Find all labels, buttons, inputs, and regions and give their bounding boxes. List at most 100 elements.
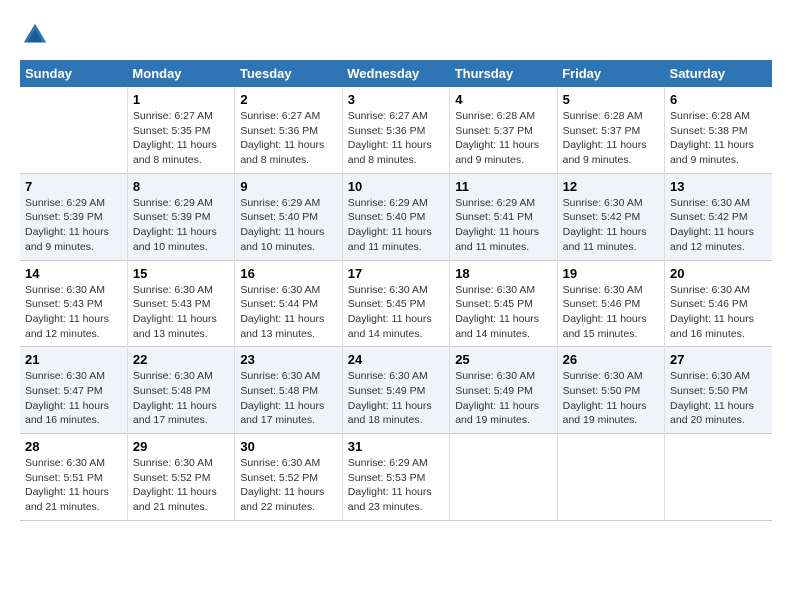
day-cell: 12Sunrise: 6:30 AMSunset: 5:42 PMDayligh… bbox=[557, 173, 664, 260]
day-number: 3 bbox=[348, 92, 444, 107]
weekday-header-row: SundayMondayTuesdayWednesdayThursdayFrid… bbox=[20, 60, 772, 87]
day-number: 22 bbox=[133, 352, 229, 367]
day-number: 7 bbox=[25, 179, 122, 194]
day-number: 20 bbox=[670, 266, 767, 281]
day-cell: 19Sunrise: 6:30 AMSunset: 5:46 PMDayligh… bbox=[557, 260, 664, 347]
day-cell: 2 Sunrise: 6:27 AMSunset: 5:36 PMDaylight… bbox=[235, 87, 342, 173]
day-info: Sunrise: 6:30 AMSunset: 5:43 PMDaylight:… bbox=[25, 283, 122, 342]
day-number: 26 bbox=[563, 352, 659, 367]
day-info: Sunrise: 6:29 AMSunset: 5:39 PMDaylight:… bbox=[133, 196, 229, 255]
day-info: Sunrise: 6:30 AMSunset: 5:48 PMDaylight:… bbox=[133, 369, 229, 428]
day-cell: 31 Sunrise: 6:29 AMSunset: 5:53 PMDayligh… bbox=[342, 434, 449, 521]
day-number: 21 bbox=[25, 352, 122, 367]
day-info: Sunrise: 6:30 AMSunset: 5:46 PMDaylight:… bbox=[563, 283, 659, 342]
day-info: Sunrise: 6:30 AMSunset: 5:42 PMDaylight:… bbox=[670, 196, 767, 255]
day-number: 6 bbox=[670, 92, 767, 107]
day-cell bbox=[557, 434, 664, 521]
day-info: Sunrise: 6:30 AMSunset: 5:47 PMDaylight:… bbox=[25, 369, 122, 428]
week-row-2: 7 Sunrise: 6:29 AMSunset: 5:39 PMDaylight… bbox=[20, 173, 772, 260]
day-info: Sunrise: 6:27 AMSunset: 5:36 PMDaylight:… bbox=[348, 109, 444, 168]
day-info: Sunrise: 6:28 AMSunset: 5:37 PMDaylight:… bbox=[563, 109, 659, 168]
week-row-3: 14 Sunrise: 6:30 AMSunset: 5:43 PMDayligh… bbox=[20, 260, 772, 347]
day-cell: 23 Sunrise: 6:30 AMSunset: 5:48 PMDayligh… bbox=[235, 347, 342, 434]
day-number: 28 bbox=[25, 439, 122, 454]
day-info: Sunrise: 6:30 AMSunset: 5:49 PMDaylight:… bbox=[348, 369, 444, 428]
day-info: Sunrise: 6:30 AMSunset: 5:44 PMDaylight:… bbox=[240, 283, 336, 342]
day-info: Sunrise: 6:30 AMSunset: 5:51 PMDaylight:… bbox=[25, 456, 122, 515]
day-number: 17 bbox=[348, 266, 444, 281]
day-info: Sunrise: 6:28 AMSunset: 5:37 PMDaylight:… bbox=[455, 109, 551, 168]
day-number: 9 bbox=[240, 179, 336, 194]
day-cell: 6 Sunrise: 6:28 AMSunset: 5:38 PMDaylight… bbox=[665, 87, 772, 173]
day-cell: 28 Sunrise: 6:30 AMSunset: 5:51 PMDayligh… bbox=[20, 434, 127, 521]
day-info: Sunrise: 6:30 AMSunset: 5:42 PMDaylight:… bbox=[563, 196, 659, 255]
weekday-header-monday: Monday bbox=[127, 60, 234, 87]
day-number: 5 bbox=[563, 92, 659, 107]
weekday-header-tuesday: Tuesday bbox=[235, 60, 342, 87]
day-cell: 16 Sunrise: 6:30 AMSunset: 5:44 PMDayligh… bbox=[235, 260, 342, 347]
day-info: Sunrise: 6:30 AMSunset: 5:46 PMDaylight:… bbox=[670, 283, 767, 342]
day-cell: 11 Sunrise: 6:29 AMSunset: 5:41 PMDayligh… bbox=[450, 173, 557, 260]
calendar-table: SundayMondayTuesdayWednesdayThursdayFrid… bbox=[20, 60, 772, 521]
day-number: 23 bbox=[240, 352, 336, 367]
day-cell: 25 Sunrise: 6:30 AMSunset: 5:49 PMDayligh… bbox=[450, 347, 557, 434]
day-cell: 30Sunrise: 6:30 AMSunset: 5:52 PMDayligh… bbox=[235, 434, 342, 521]
day-number: 25 bbox=[455, 352, 551, 367]
day-info: Sunrise: 6:30 AMSunset: 5:52 PMDaylight:… bbox=[133, 456, 229, 515]
day-number: 31 bbox=[348, 439, 444, 454]
day-number: 29 bbox=[133, 439, 229, 454]
weekday-header-thursday: Thursday bbox=[450, 60, 557, 87]
day-number: 14 bbox=[25, 266, 122, 281]
day-number: 4 bbox=[455, 92, 551, 107]
day-info: Sunrise: 6:30 AMSunset: 5:45 PMDaylight:… bbox=[455, 283, 551, 342]
day-info: Sunrise: 6:30 AMSunset: 5:50 PMDaylight:… bbox=[670, 369, 767, 428]
day-cell bbox=[20, 87, 127, 173]
weekday-header-saturday: Saturday bbox=[665, 60, 772, 87]
day-cell: 26 Sunrise: 6:30 AMSunset: 5:50 PMDayligh… bbox=[557, 347, 664, 434]
weekday-header-friday: Friday bbox=[557, 60, 664, 87]
week-row-5: 28 Sunrise: 6:30 AMSunset: 5:51 PMDayligh… bbox=[20, 434, 772, 521]
day-number: 10 bbox=[348, 179, 444, 194]
day-cell bbox=[450, 434, 557, 521]
day-cell: 5 Sunrise: 6:28 AMSunset: 5:37 PMDaylight… bbox=[557, 87, 664, 173]
day-cell: 14 Sunrise: 6:30 AMSunset: 5:43 PMDayligh… bbox=[20, 260, 127, 347]
day-cell: 13 Sunrise: 6:30 AMSunset: 5:42 PMDayligh… bbox=[665, 173, 772, 260]
day-number: 8 bbox=[133, 179, 229, 194]
day-info: Sunrise: 6:28 AMSunset: 5:38 PMDaylight:… bbox=[670, 109, 767, 168]
day-cell: 22 Sunrise: 6:30 AMSunset: 5:48 PMDayligh… bbox=[127, 347, 234, 434]
day-info: Sunrise: 6:29 AMSunset: 5:39 PMDaylight:… bbox=[25, 196, 122, 255]
day-cell: 18 Sunrise: 6:30 AMSunset: 5:45 PMDayligh… bbox=[450, 260, 557, 347]
day-info: Sunrise: 6:29 AMSunset: 5:40 PMDaylight:… bbox=[348, 196, 444, 255]
day-cell: 27 Sunrise: 6:30 AMSunset: 5:50 PMDayligh… bbox=[665, 347, 772, 434]
logo-icon bbox=[20, 20, 50, 50]
day-info: Sunrise: 6:30 AMSunset: 5:43 PMDaylight:… bbox=[133, 283, 229, 342]
week-row-1: 1Sunrise: 6:27 AMSunset: 5:35 PMDaylight… bbox=[20, 87, 772, 173]
day-info: Sunrise: 6:30 AMSunset: 5:49 PMDaylight:… bbox=[455, 369, 551, 428]
page-header bbox=[20, 20, 772, 50]
day-info: Sunrise: 6:27 AMSunset: 5:35 PMDaylight:… bbox=[133, 109, 229, 168]
day-number: 13 bbox=[670, 179, 767, 194]
weekday-header-wednesday: Wednesday bbox=[342, 60, 449, 87]
day-info: Sunrise: 6:29 AMSunset: 5:41 PMDaylight:… bbox=[455, 196, 551, 255]
day-cell: 10 Sunrise: 6:29 AMSunset: 5:40 PMDayligh… bbox=[342, 173, 449, 260]
day-number: 18 bbox=[455, 266, 551, 281]
day-cell: 1Sunrise: 6:27 AMSunset: 5:35 PMDaylight… bbox=[127, 87, 234, 173]
day-number: 11 bbox=[455, 179, 551, 194]
day-number: 2 bbox=[240, 92, 336, 107]
day-cell: 15 Sunrise: 6:30 AMSunset: 5:43 PMDayligh… bbox=[127, 260, 234, 347]
day-number: 16 bbox=[240, 266, 336, 281]
logo bbox=[20, 20, 54, 50]
day-cell bbox=[665, 434, 772, 521]
day-info: Sunrise: 6:30 AMSunset: 5:45 PMDaylight:… bbox=[348, 283, 444, 342]
day-info: Sunrise: 6:27 AMSunset: 5:36 PMDaylight:… bbox=[240, 109, 336, 168]
day-cell: 3 Sunrise: 6:27 AMSunset: 5:36 PMDaylight… bbox=[342, 87, 449, 173]
day-info: Sunrise: 6:29 AMSunset: 5:53 PMDaylight:… bbox=[348, 456, 444, 515]
week-row-4: 21 Sunrise: 6:30 AMSunset: 5:47 PMDayligh… bbox=[20, 347, 772, 434]
day-number: 27 bbox=[670, 352, 767, 367]
day-number: 15 bbox=[133, 266, 229, 281]
day-info: Sunrise: 6:30 AMSunset: 5:50 PMDaylight:… bbox=[563, 369, 659, 428]
day-info: Sunrise: 6:30 AMSunset: 5:52 PMDaylight:… bbox=[240, 456, 336, 515]
day-info: Sunrise: 6:30 AMSunset: 5:48 PMDaylight:… bbox=[240, 369, 336, 428]
day-cell: 9Sunrise: 6:29 AMSunset: 5:40 PMDaylight… bbox=[235, 173, 342, 260]
day-cell: 8 Sunrise: 6:29 AMSunset: 5:39 PMDaylight… bbox=[127, 173, 234, 260]
